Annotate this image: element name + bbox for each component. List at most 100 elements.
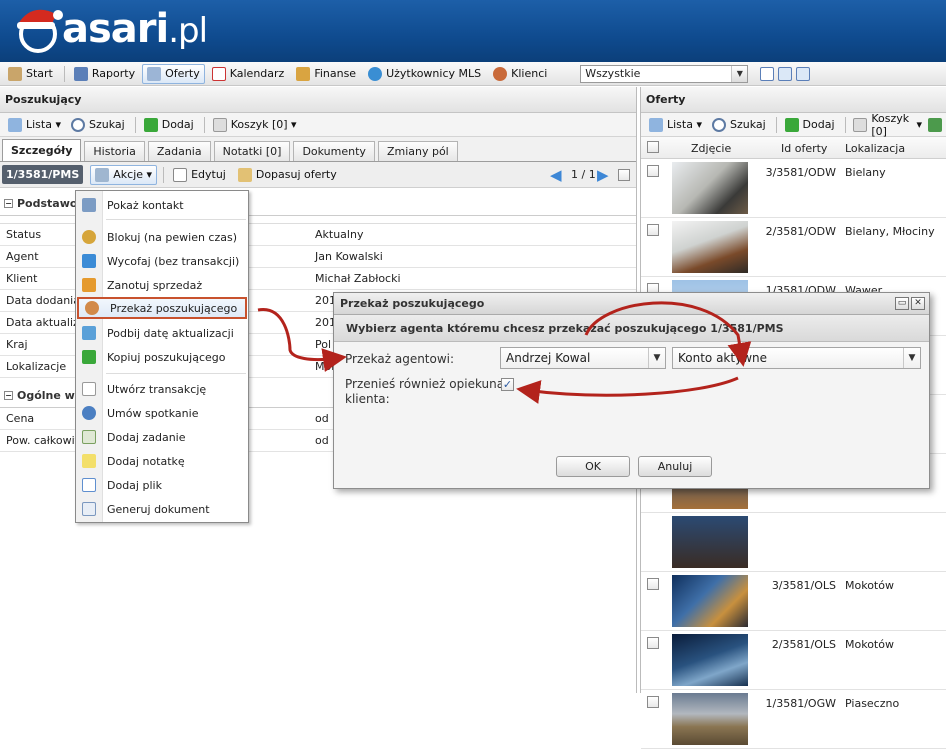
add-button[interactable]: Dodaj <box>781 115 839 135</box>
search-button[interactable]: Szukaj <box>708 115 770 135</box>
property-photo[interactable] <box>672 162 748 214</box>
cancel-button[interactable]: Anuluj <box>638 456 712 477</box>
column-photo[interactable]: Zdjęcie <box>691 142 731 155</box>
column-offer-id[interactable]: Id oferty <box>781 142 827 155</box>
property-photo[interactable] <box>672 221 748 273</box>
offers-toolbar: Lista ▾ Szukaj Dodaj Koszyk [0] ▾ <box>641 112 946 138</box>
tab-notatki[interactable]: Notatki [0] <box>213 141 291 161</box>
list-label: Lista <box>26 118 52 131</box>
table-row[interactable] <box>641 513 946 572</box>
nav-oferty[interactable]: Oferty <box>142 63 205 84</box>
field-label: Status <box>6 228 42 241</box>
dialog-titlebar[interactable]: Przekaż poszukującego ▭ ✕ <box>334 293 929 315</box>
menu-item-label: Dodaj notatkę <box>107 454 185 468</box>
row-checkbox[interactable] <box>647 637 659 649</box>
layout-single-icon[interactable] <box>760 66 775 81</box>
chevron-down-icon: ▼ <box>648 348 665 368</box>
layout-left-icon[interactable] <box>778 66 793 81</box>
menu-item-generate-document[interactable]: Generuj dokument <box>76 498 248 520</box>
tab-zmiany-pol[interactable]: Zmiany pól <box>377 141 458 161</box>
ok-button[interactable]: OK <box>556 456 630 477</box>
file-add-icon <box>82 478 96 492</box>
nav-klienci[interactable]: Klienci <box>488 64 552 84</box>
menu-item-add-file[interactable]: Dodaj plik <box>76 474 248 496</box>
menu-item-add-note[interactable]: Dodaj notatkę <box>76 450 248 472</box>
menu-item-copy-seeker[interactable]: Kopiuj poszukującego <box>76 346 248 368</box>
nav-mls[interactable]: Użytkownicy MLS <box>363 64 486 84</box>
menu-item-withdraw[interactable]: Wycofaj (bez transakcji) <box>76 250 248 272</box>
list-button[interactable]: Lista ▾ <box>4 115 65 135</box>
tab-dokumenty[interactable]: Dokumenty <box>293 141 375 161</box>
nav-start[interactable]: Start <box>3 64 58 84</box>
nav-finanse[interactable]: Finanse <box>291 64 361 84</box>
tab-zadania[interactable]: Zadania <box>147 141 211 161</box>
separator <box>106 373 246 374</box>
basket-button[interactable]: Koszyk [0] ▾ <box>849 112 926 138</box>
menu-item-show-contact[interactable]: Pokaż kontakt <box>76 194 248 216</box>
column-location[interactable]: Lokalizacja <box>845 142 905 155</box>
task-icon <box>82 430 96 444</box>
menu-item-bump-date[interactable]: Podbij datę aktualizacji <box>76 322 248 344</box>
export-icon[interactable] <box>927 117 942 132</box>
table-row[interactable]: 1/3581/OGW Piaseczno <box>641 690 946 749</box>
basket-button[interactable]: Koszyk [0] ▾ <box>209 115 301 135</box>
menu-item-create-transaction[interactable]: Utwórz transakcję <box>76 378 248 400</box>
table-row[interactable]: 3/3581/OLS Mokotów <box>641 572 946 631</box>
logo[interactable]: asari.pl <box>62 6 208 52</box>
menu-item-note-sale[interactable]: Zanotuj sprzedaż <box>76 274 248 296</box>
row-checkbox[interactable] <box>647 224 659 236</box>
report-icon <box>73 66 88 81</box>
menu-item-transfer-seeker[interactable]: Przekaż poszukującego <box>77 297 247 319</box>
tab-szczegoly[interactable]: Szczegóły <box>2 139 82 161</box>
actions-button[interactable]: Akcje ▾ <box>90 164 158 185</box>
prev-arrow-icon[interactable]: ◀ <box>550 166 562 184</box>
maximize-icon[interactable]: ▭ <box>895 297 909 310</box>
main-nav: Start Raporty Oferty Kalendarz Finanse U… <box>0 62 946 86</box>
agent-select[interactable]: Andrzej Kowal ▼ <box>500 347 666 369</box>
panel-title: Oferty <box>641 87 946 113</box>
property-photo[interactable] <box>672 575 748 627</box>
row-checkbox[interactable] <box>647 578 659 590</box>
nav-raporty[interactable]: Raporty <box>69 64 140 84</box>
edit-button[interactable]: Edytuj <box>168 165 231 185</box>
offer-id: 2/3581/ODW <box>765 225 836 238</box>
transfer-caretaker-checkbox[interactable]: ✓ <box>501 378 514 391</box>
table-row[interactable]: 2/3581/OLS Mokotów <box>641 631 946 690</box>
agent-label: Przekaż agentowi: <box>345 352 455 366</box>
menu-item-schedule-meeting[interactable]: Umów spotkanie <box>76 402 248 424</box>
menu-item-block[interactable]: Blokuj (na pewien czas) <box>76 226 248 248</box>
panel-title: Poszukujący <box>0 87 636 113</box>
next-arrow-icon[interactable]: ▶ <box>597 166 609 184</box>
match-offers-button[interactable]: Dopasuj oferty <box>233 165 342 185</box>
field-value[interactable]: Michał Zabłocki <box>315 272 401 285</box>
select-checkbox[interactable] <box>618 169 630 181</box>
table-row[interactable]: 2/3581/ODW Bielany, Młociny <box>641 218 946 277</box>
nav-kalendarz[interactable]: Kalendarz <box>207 64 290 84</box>
search-label: Szukaj <box>730 118 766 131</box>
row-checkbox[interactable] <box>647 696 659 708</box>
filter-select[interactable]: Wszystkie ▼ <box>580 64 749 83</box>
property-photo[interactable] <box>672 634 748 686</box>
list-button[interactable]: Lista ▾ <box>645 115 706 135</box>
search-icon <box>71 117 86 132</box>
add-button[interactable]: Dodaj <box>140 115 198 135</box>
section-general-label: Ogólne wa <box>17 389 83 402</box>
field-label: Agent <box>6 250 39 263</box>
search-button[interactable]: Szukaj <box>67 115 129 135</box>
table-row[interactable]: 3/3581/ODW Bielany <box>641 159 946 218</box>
select-all-checkbox[interactable] <box>647 141 659 153</box>
field-label: Lokalizacje <box>6 360 67 373</box>
property-photo[interactable] <box>672 516 748 568</box>
actions-menu: Pokaż kontakt Blokuj (na pewien czas) Wy… <box>75 190 249 523</box>
close-icon[interactable]: ✕ <box>911 297 925 310</box>
offer-location: Piaseczno <box>845 697 900 710</box>
detail-tabs: Szczegóły Historia Zadania Notatki [0] D… <box>0 137 636 162</box>
property-photo[interactable] <box>672 693 748 745</box>
row-checkbox[interactable] <box>647 165 659 177</box>
offer-id: 3/3581/OLS <box>771 579 836 592</box>
layout-right-icon[interactable] <box>796 66 811 81</box>
offer-location: Mokotów <box>845 638 894 651</box>
account-status-select[interactable]: Konto aktywne ▼ <box>672 347 921 369</box>
menu-item-add-task[interactable]: Dodaj zadanie <box>76 426 248 448</box>
tab-historia[interactable]: Historia <box>84 141 145 161</box>
